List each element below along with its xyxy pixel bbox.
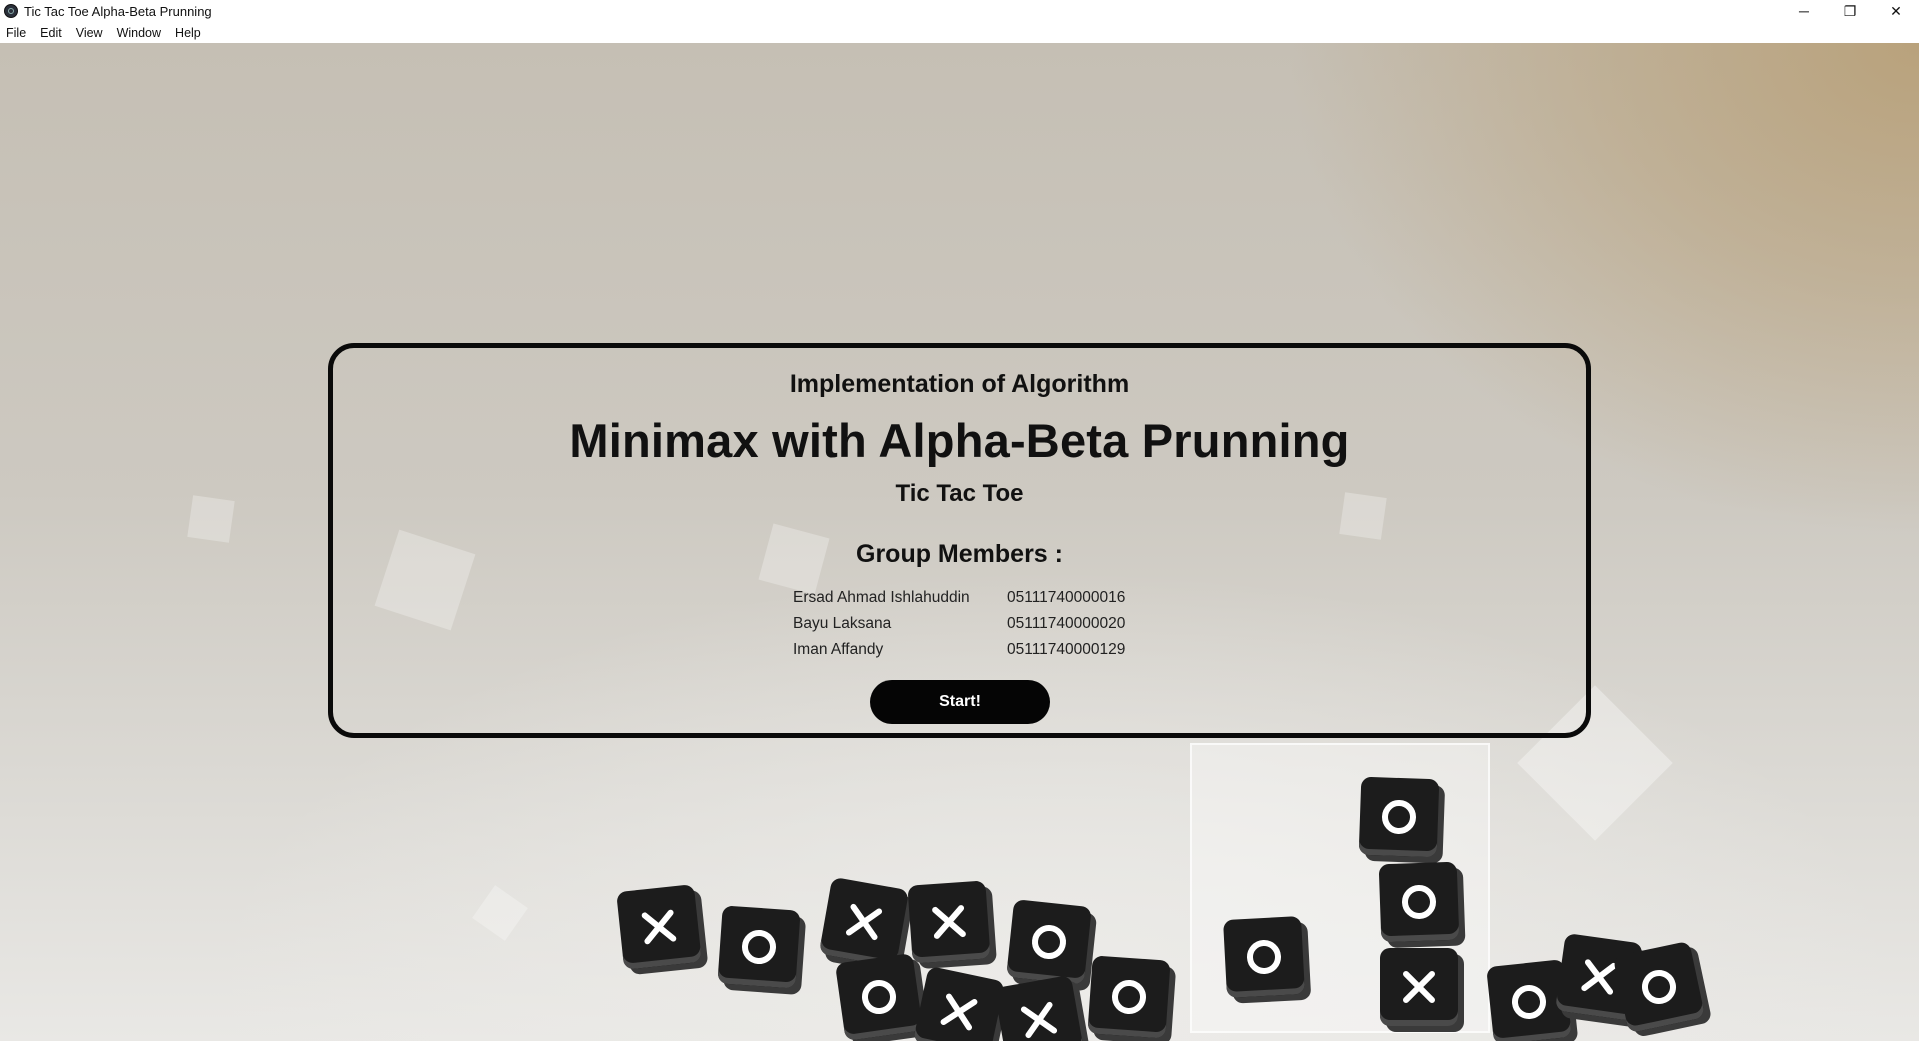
o-die-icon	[1612, 940, 1706, 1034]
window-controls: ─ ❐ ✕	[1781, 0, 1919, 22]
app-icon	[4, 4, 18, 18]
member-name: Bayu Laksana	[793, 615, 892, 632]
x-die-icon	[912, 965, 1006, 1041]
menu-file[interactable]: File	[0, 26, 33, 40]
o-die-icon	[1087, 955, 1171, 1039]
member-id: 05111740000129	[1007, 641, 1126, 658]
intro-panel: Implementation of Algorithm Minimax with…	[328, 343, 1591, 738]
o-die-icon	[717, 905, 801, 989]
background-area: Implementation of Algorithm Minimax with…	[0, 43, 1919, 1041]
x-die-icon	[907, 880, 991, 964]
page-title: Minimax with Alpha-Beta Prunning	[569, 414, 1350, 467]
menu-edit[interactable]: Edit	[33, 26, 69, 40]
member-name: Iman Affandy	[793, 641, 884, 658]
x-die-icon	[1380, 948, 1458, 1026]
decor-square	[472, 885, 528, 941]
member-row: Ersad Ahmad Ishlahuddin 05111740000016	[793, 585, 1193, 611]
menu-window[interactable]: Window	[110, 26, 168, 40]
game-name: Tic Tac Toe	[895, 480, 1024, 507]
window-title: Tic Tac Toe Alpha-Beta Prunning	[24, 3, 212, 19]
member-id: 05111740000016	[1007, 589, 1126, 606]
menu-view[interactable]: View	[69, 26, 110, 40]
start-button[interactable]: Start!	[870, 680, 1050, 724]
x-die-icon	[616, 884, 702, 970]
title-bar: Tic Tac Toe Alpha-Beta Prunning ─ ❐ ✕	[0, 0, 1919, 22]
o-die-icon	[1378, 861, 1460, 943]
member-name: Ersad Ahmad Ishlahuddin	[793, 589, 970, 606]
members-list: Ersad Ahmad Ishlahuddin 05111740000016 B…	[793, 585, 1193, 663]
member-row: Bayu Laksana 05111740000020	[793, 611, 1193, 637]
members-heading: Group Members :	[856, 540, 1063, 568]
dice-illustration	[600, 723, 1750, 1041]
o-die-icon	[834, 952, 924, 1041]
x-die-icon	[993, 974, 1085, 1041]
maximize-button[interactable]: ❐	[1827, 0, 1873, 22]
menu-help[interactable]: Help	[168, 26, 208, 40]
close-button[interactable]: ✕	[1873, 0, 1919, 22]
member-id: 05111740000020	[1007, 615, 1126, 632]
subtitle: Implementation of Algorithm	[789, 370, 1130, 398]
menu-bar: File Edit View Window Help	[0, 22, 1919, 44]
o-die-icon	[1358, 776, 1440, 858]
o-die-icon	[1006, 899, 1092, 985]
o-die-icon	[1223, 916, 1305, 998]
decor-square	[187, 495, 235, 543]
x-die-icon	[818, 876, 910, 968]
minimize-button[interactable]: ─	[1781, 0, 1827, 22]
member-row: Iman Affandy 05111740000129	[793, 637, 1193, 663]
